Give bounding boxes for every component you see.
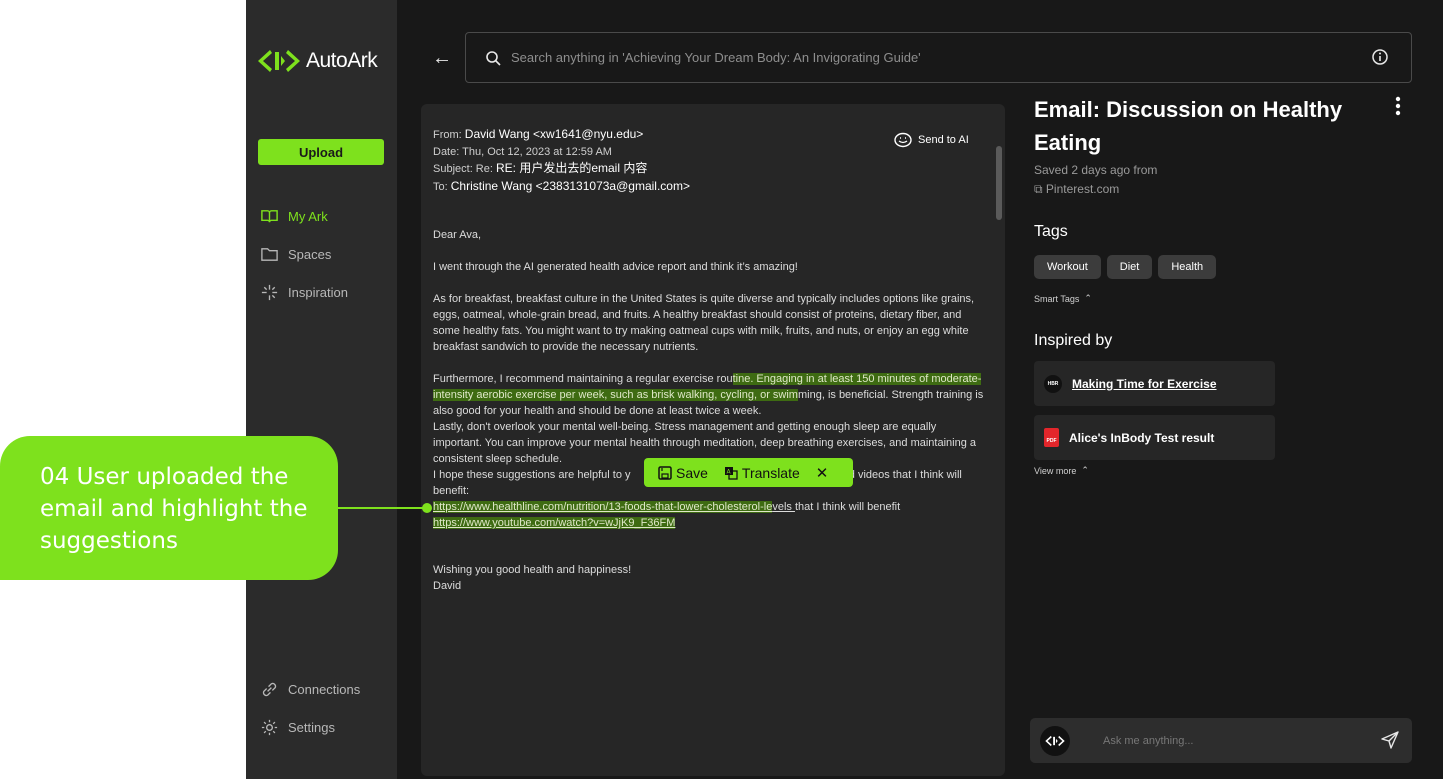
email-signature: David [433, 580, 462, 592]
inspired-item[interactable]: HBR Making Time for Exercise [1034, 361, 1275, 406]
save-icon [658, 465, 672, 480]
hbr-icon: HBR [1044, 374, 1062, 393]
email-greeting: Dear Ava, [433, 229, 482, 241]
view-more-toggle[interactable]: View more ⌃ [1034, 465, 1089, 476]
sidebar-item-label: My Ark [288, 209, 328, 224]
annotation-connector [338, 507, 426, 509]
inspired-item[interactable]: PDF Alice's InBody Test result [1034, 415, 1275, 460]
sidebar-item-label: Connections [288, 682, 361, 697]
search-bar[interactable] [465, 32, 1412, 83]
sidebar-item-label: Settings [288, 720, 335, 735]
chevron-up-icon: ⌃ [1084, 293, 1092, 303]
saved-info: Saved 2 days ago from ⧉ Pinterest.com [1034, 161, 1157, 199]
save-selection-button[interactable]: Save [658, 465, 708, 481]
sidebar-item-my-ark[interactable]: My Ark [260, 207, 328, 226]
scrollbar[interactable] [996, 146, 1002, 220]
document-title: Email: Discussion on Healthy Eating [1034, 97, 1343, 155]
email-closing: Wishing you good health and happiness! [433, 564, 632, 576]
book-icon [261, 210, 278, 223]
sparkle-icon [261, 284, 278, 301]
link-icon [262, 682, 277, 697]
tag-chip[interactable]: Health [1158, 255, 1217, 279]
sidebar-item-spaces[interactable]: Spaces [260, 245, 331, 264]
autoark-logo-icon [1045, 735, 1065, 746]
email-paragraph: Furthermore, I recommend maintaining a r… [433, 373, 984, 417]
external-link-icon: ⧉ [1034, 182, 1043, 196]
more-options-icon[interactable] [1393, 96, 1403, 118]
autoark-logo-icon [258, 50, 300, 72]
chevron-up-icon: ⌃ [1081, 465, 1089, 475]
source-link[interactable]: ⧉ Pinterest.com [1034, 180, 1157, 199]
pdf-icon: PDF [1044, 428, 1059, 447]
annotation-text: 04 User uploaded the email and highlight… [40, 464, 308, 554]
upload-button[interactable]: Upload [258, 139, 384, 165]
inspired-item-title: Making Time for Exercise [1072, 376, 1217, 391]
email-paragraph: I went through the AI generated health a… [433, 261, 798, 273]
info-icon[interactable] [1371, 48, 1389, 66]
send-icon[interactable] [1380, 730, 1400, 750]
tag-list: Workout Diet Health [1034, 255, 1217, 279]
inspired-heading: Inspired by [1034, 332, 1113, 349]
inspired-item-title: Alice's InBody Test result [1069, 430, 1215, 445]
translate-selection-button[interactable]: A Translate [724, 465, 800, 481]
ask-input[interactable] [1103, 734, 1363, 747]
tag-chip[interactable]: Workout [1034, 255, 1101, 279]
search-input[interactable] [511, 50, 1351, 65]
email-body: From: David Wang <xw1641@nyu.edu> Date: … [433, 126, 988, 594]
sidebar-item-settings[interactable]: Settings [260, 718, 335, 737]
brand-logo[interactable]: AutoArk [258, 48, 378, 74]
email-link[interactable]: https://www.youtube.com/watch?v=wJjK9_F3… [433, 515, 988, 531]
email-subject: Subject: Re: RE: 用户发出去的email 内容 [433, 161, 648, 175]
tags-heading: Tags [1034, 223, 1068, 240]
sidebar-item-label: Inspiration [288, 285, 348, 300]
brand-name: AutoArk [306, 49, 378, 72]
email-to: To: Christine Wang <2383131073a@gmail.co… [433, 178, 690, 193]
smart-tags-toggle[interactable]: Smart Tags ⌃ [1034, 293, 1092, 304]
back-arrow-icon[interactable]: ← [432, 47, 452, 70]
sidebar-item-inspiration[interactable]: Inspiration [260, 283, 348, 302]
email-from: From: David Wang <xw1641@nyu.edu> [433, 127, 644, 141]
tag-chip[interactable]: Diet [1106, 255, 1153, 279]
sidebar-item-connections[interactable]: Connections [260, 680, 360, 699]
selection-toolbar: Save A Translate ✕ [644, 458, 853, 487]
annotation-dot [422, 503, 432, 513]
sidebar: AutoArk Upload My Ark Spaces Inspiration… [246, 0, 397, 779]
email-date: Date: Thu, Oct 12, 2023 at 12:59 AM [433, 145, 612, 158]
close-icon[interactable]: ✕ [816, 464, 829, 482]
gear-icon [261, 719, 278, 736]
folder-icon [261, 248, 278, 261]
ask-bar[interactable] [1030, 718, 1412, 763]
highlighted-link[interactable]: https://www.youtube.com/watch?v=wJjK9_F3… [433, 517, 676, 529]
email-link[interactable]: https://www.healthline.com/nutrition/13-… [433, 499, 988, 515]
assistant-avatar [1040, 725, 1070, 756]
search-icon [486, 50, 501, 66]
translate-icon: A [724, 466, 738, 480]
sidebar-item-label: Spaces [288, 247, 332, 262]
email-paragraph: As for breakfast, breakfast culture in t… [433, 293, 975, 353]
highlighted-link[interactable]: https://www.healthline.com/nutrition/13-… [433, 501, 773, 513]
